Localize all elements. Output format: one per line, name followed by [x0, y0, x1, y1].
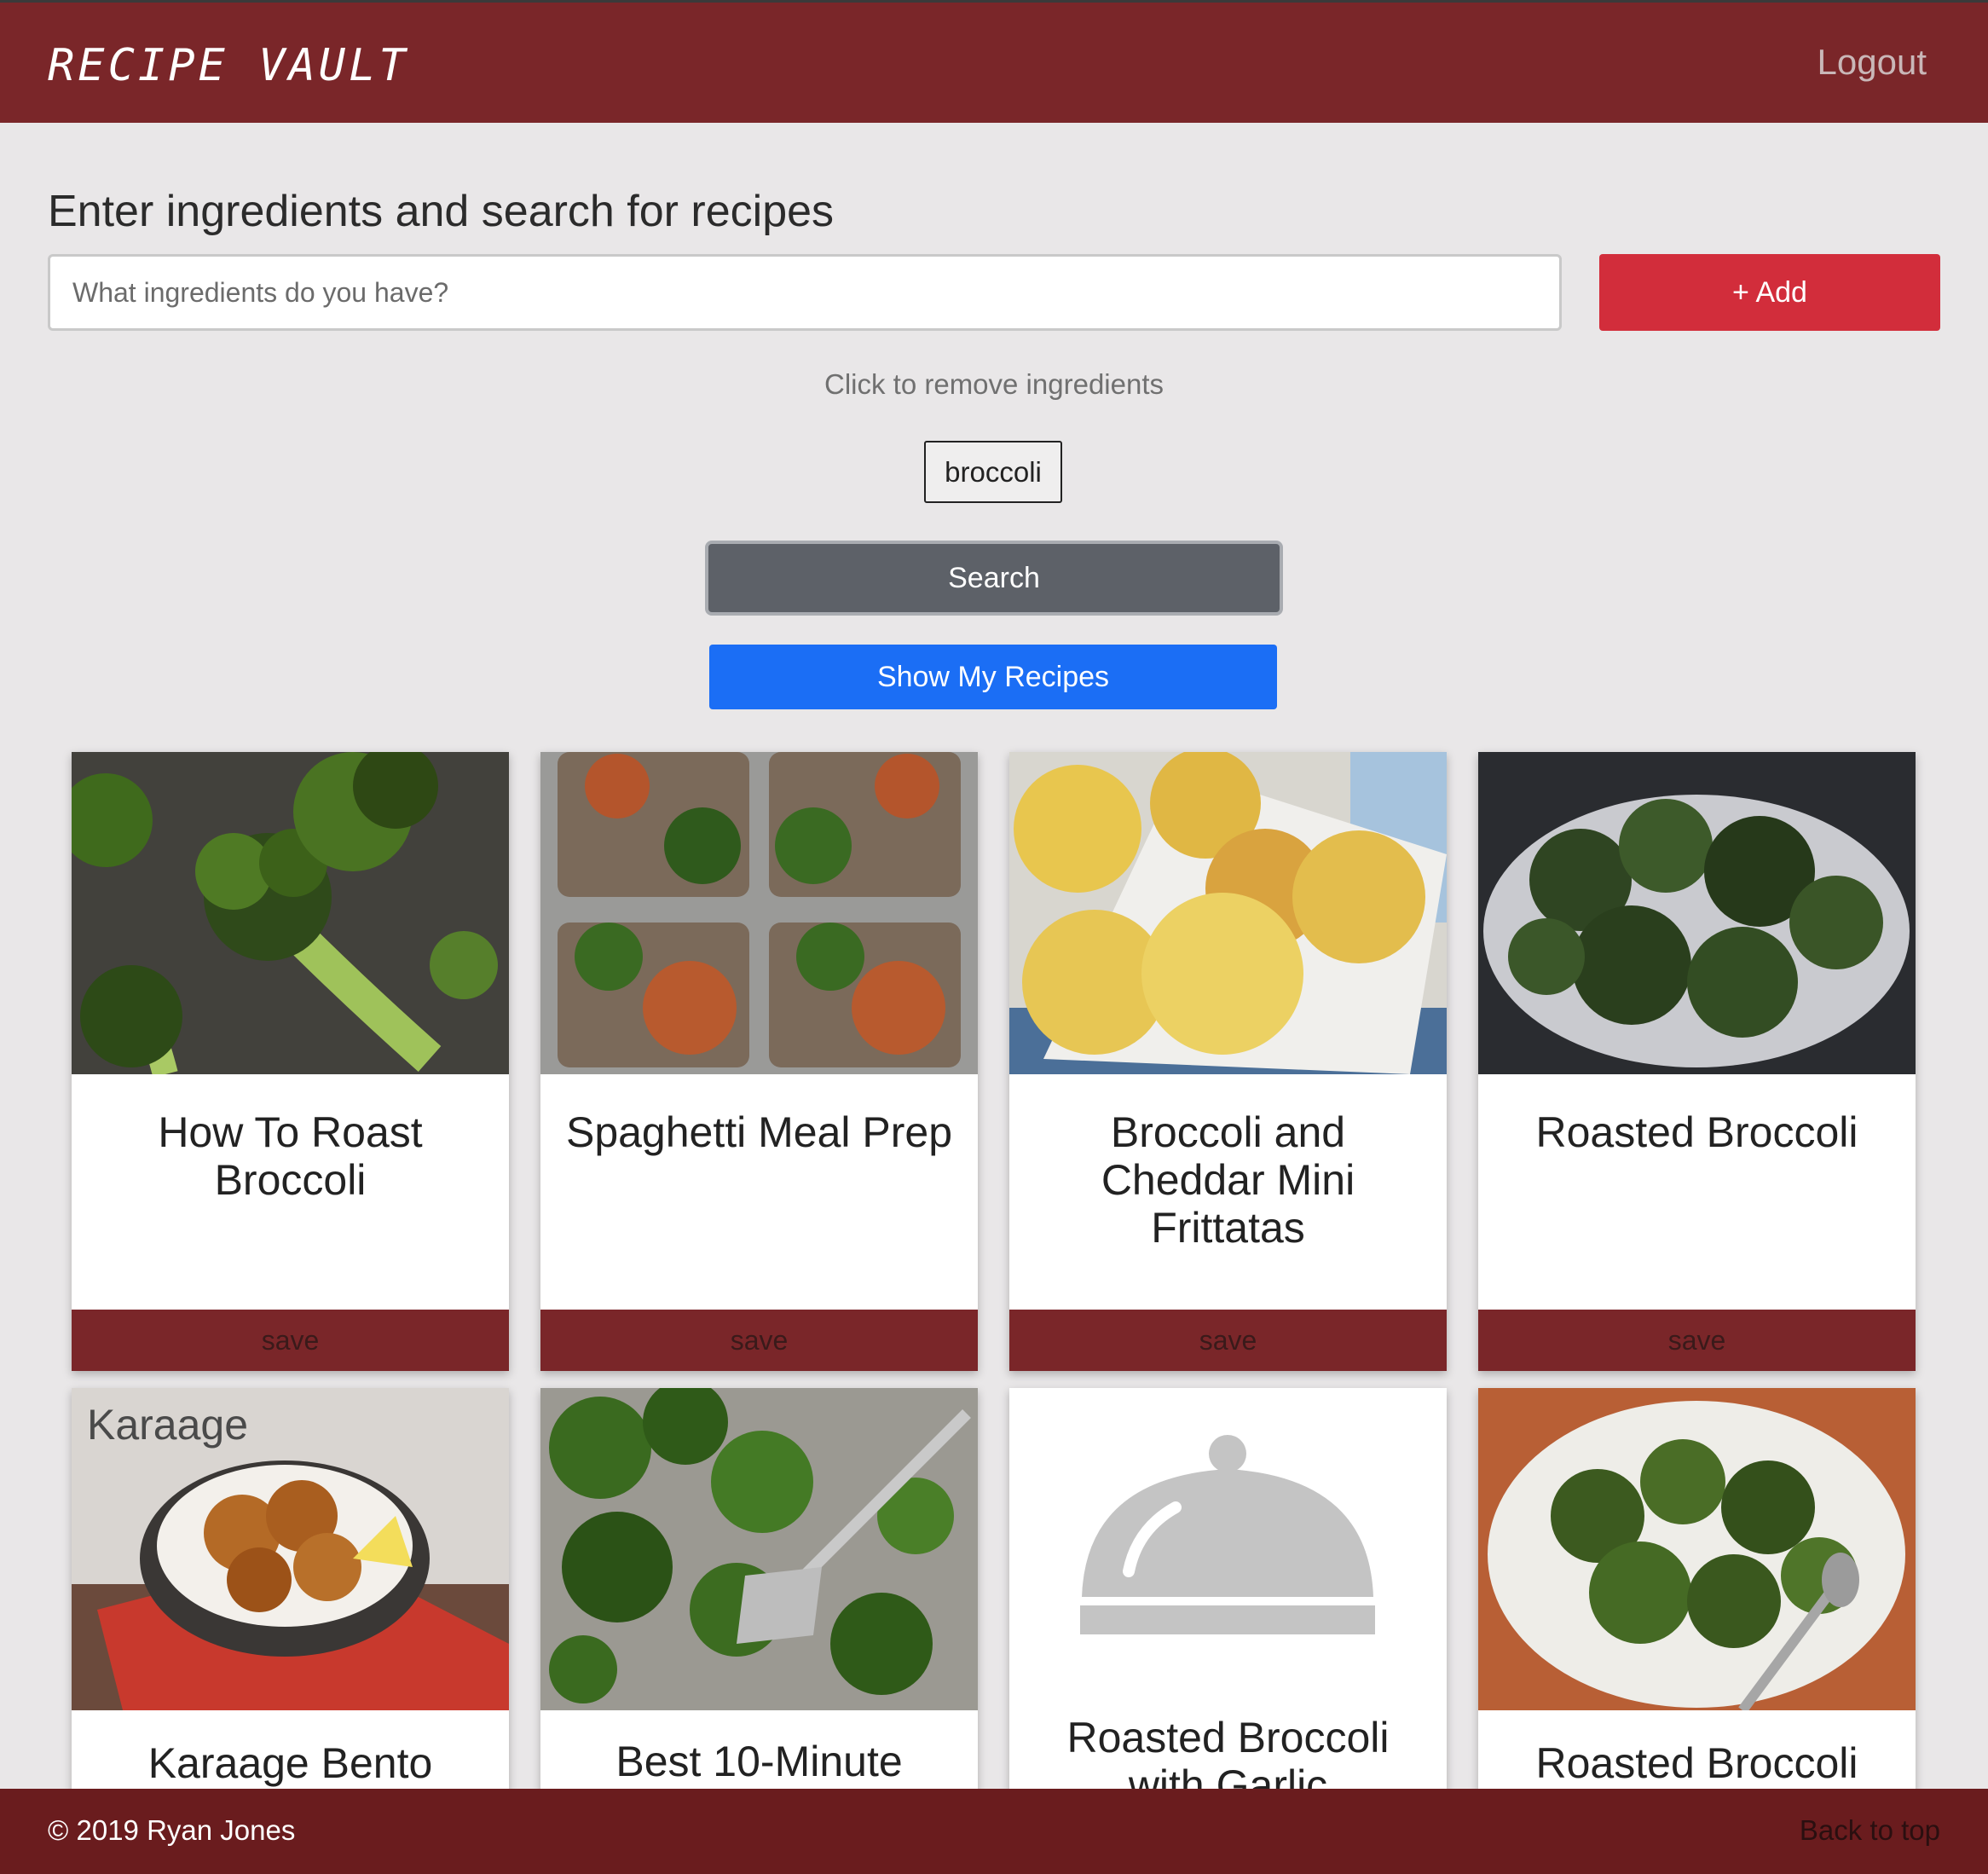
- recipe-title[interactable]: Karaage Bento: [89, 1739, 492, 1787]
- copyright-text: © 2019 Ryan Jones: [48, 1814, 296, 1846]
- sheet-pan-broccoli-photo[interactable]: [540, 1388, 978, 1710]
- save-button[interactable]: save: [72, 1310, 509, 1371]
- recipe-title[interactable]: Broccoli and Cheddar Mini Frittatas: [1026, 1108, 1430, 1252]
- recipe-title[interactable]: Roasted Broccoli: [1495, 1108, 1898, 1156]
- page-footer: © 2019 Ryan Jones Back to top: [0, 1789, 1988, 1874]
- search-button[interactable]: Search: [705, 541, 1283, 616]
- recipe-title[interactable]: How To Roast Broccoli: [89, 1108, 492, 1204]
- broccoli-plate-photo[interactable]: [1478, 1388, 1916, 1710]
- karaage-caption: Karaage: [87, 1401, 248, 1449]
- recipe-title[interactable]: Spaghetti Meal Prep: [558, 1108, 961, 1156]
- food-cloche-placeholder-icon[interactable]: [1009, 1388, 1447, 1710]
- add-ingredient-button[interactable]: + Add: [1599, 254, 1940, 331]
- roasted-broccoli-photo[interactable]: [72, 752, 509, 1074]
- roasted-broccoli-platter-photo[interactable]: [1478, 752, 1916, 1074]
- top-navbar: Recipe Vault Logout: [0, 0, 1988, 123]
- brand-logo[interactable]: Recipe Vault: [48, 40, 409, 91]
- ingredient-chip-broccoli[interactable]: broccoli: [924, 441, 1062, 503]
- recipe-title[interactable]: Roasted Broccoli: [1495, 1739, 1898, 1787]
- save-button[interactable]: save: [1478, 1310, 1916, 1371]
- logout-link[interactable]: Logout: [1818, 42, 1927, 83]
- karaage-bento-photo[interactable]: Karaage: [72, 1388, 509, 1710]
- save-button[interactable]: save: [1009, 1310, 1447, 1371]
- recipe-card[interactable]: Roasted Broccoli with Garlic: [1009, 1388, 1447, 1797]
- recipe-card[interactable]: Roasted Broccoli save: [1478, 752, 1916, 1371]
- recipe-card[interactable]: Broccoli and Cheddar Mini Frittatas save: [1009, 752, 1447, 1371]
- mini-frittatas-photo[interactable]: [1009, 752, 1447, 1074]
- recipe-card[interactable]: Roasted Broccoli: [1478, 1388, 1916, 1797]
- recipe-title[interactable]: Roasted Broccoli with Garlic: [1026, 1714, 1430, 1797]
- recipe-title[interactable]: Best 10-Minute: [558, 1738, 961, 1785]
- ingredient-input[interactable]: [48, 254, 1562, 331]
- save-button[interactable]: save: [540, 1310, 978, 1371]
- remove-ingredients-hint: Click to remove ingredients: [824, 368, 1164, 400]
- back-to-top-link[interactable]: Back to top: [1800, 1814, 1940, 1847]
- show-my-recipes-button[interactable]: Show My Recipes: [709, 645, 1277, 709]
- recipe-card[interactable]: How To Roast Broccoli save: [72, 752, 509, 1371]
- page-title: Enter ingredients and search for recipes: [48, 187, 835, 236]
- spaghetti-meal-prep-photo[interactable]: [540, 752, 978, 1074]
- recipe-card[interactable]: Spaghetti Meal Prep save: [540, 752, 978, 1371]
- recipe-card[interactable]: Best 10-Minute: [540, 1388, 978, 1797]
- recipe-card[interactable]: Karaage Karaage Bento: [72, 1388, 509, 1797]
